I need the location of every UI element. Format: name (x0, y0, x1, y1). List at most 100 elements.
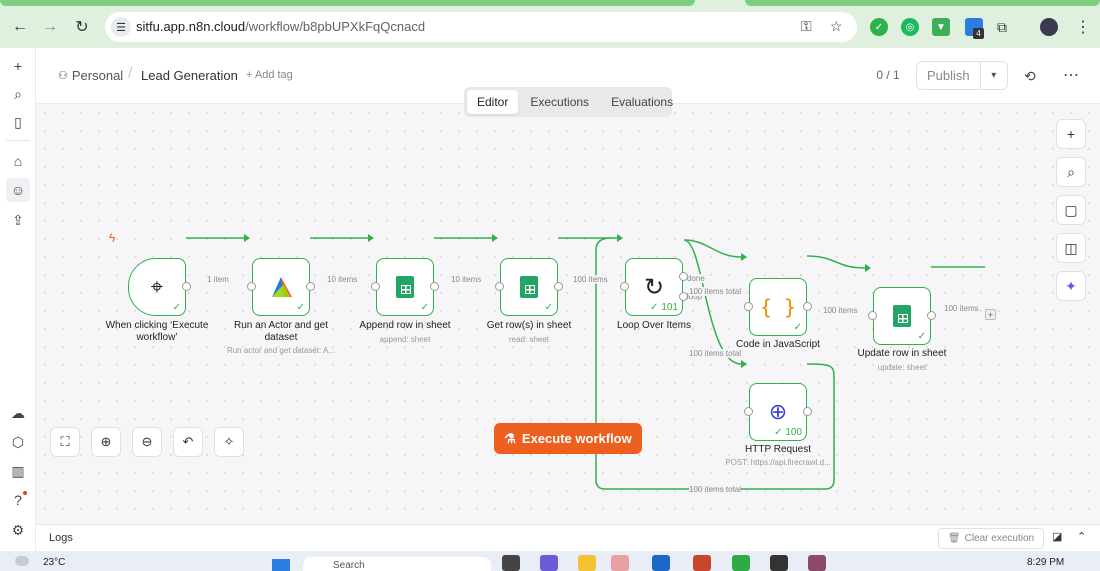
input-port[interactable] (371, 282, 380, 291)
success-check-icon: ✓ (420, 302, 429, 313)
fit-view-icon[interactable]: ⛶ (50, 427, 80, 457)
output-port-done[interactable] (679, 272, 688, 281)
node-subtitle: append: sheet (379, 335, 431, 344)
home-icon[interactable]: ⌂ (6, 149, 30, 173)
output-port[interactable] (306, 282, 315, 291)
input-port[interactable] (744, 407, 753, 416)
taskbar-search[interactable]: Search (303, 557, 491, 571)
cloud-icon[interactable]: ☁ (6, 401, 30, 425)
extension-badge: 4 (973, 28, 984, 39)
sidebar-toggle-icon[interactable]: ▯ (6, 110, 30, 134)
settings-icon[interactable]: ⚙ (6, 518, 30, 542)
execute-workflow-button[interactable]: ⚗ Execute workflow (494, 423, 642, 454)
sticky-note-icon[interactable]: ▢ (1056, 195, 1086, 225)
bookmark-star-icon[interactable]: ☆ (830, 18, 843, 35)
output-port[interactable] (182, 282, 191, 291)
shared-icon[interactable]: ⇪ (6, 208, 30, 232)
node-manual-trigger[interactable]: ⌖ ✓ (128, 258, 191, 316)
output-port-loop[interactable] (679, 292, 688, 301)
clock[interactable]: 8:29 PM (1027, 557, 1064, 568)
search-icon[interactable]: ⌕ (6, 82, 30, 106)
breadcrumb-project[interactable]: ⚇ Personal (58, 68, 123, 83)
panel-toggle-icon[interactable]: ◫ (1056, 233, 1086, 263)
edge-label: 100 items (944, 304, 979, 313)
add-tag-button[interactable]: + Add tag (246, 69, 293, 81)
browser-tab-active[interactable] (0, 0, 695, 6)
arrow-head (244, 234, 250, 242)
browser-tab[interactable] (745, 0, 1100, 6)
edge-browser-icon[interactable] (611, 555, 629, 571)
undo-icon[interactable]: ↶ (173, 427, 203, 457)
extension-icon[interactable]: ◎ (901, 18, 919, 36)
weather-temp[interactable]: 23°C (43, 557, 65, 568)
shield-extension-icon[interactable]: ▼ (932, 18, 950, 36)
flask-icon: ⚗ (504, 430, 516, 446)
history-icon[interactable]: ⟲ (1024, 68, 1036, 85)
browser-menu-icon[interactable]: ⋮ (1075, 17, 1091, 37)
output-port[interactable] (803, 407, 812, 416)
output-port[interactable] (927, 311, 936, 320)
store-icon[interactable] (652, 555, 670, 571)
chrome-profile-icon[interactable] (808, 555, 826, 571)
copilot-icon[interactable] (540, 555, 558, 571)
edge-code-update[interactable] (806, 255, 866, 269)
site-info-icon[interactable]: ☰ (111, 17, 131, 37)
node-http-request[interactable]: ⊕ ✓ 100 (744, 383, 812, 441)
workflow-canvas[interactable]: Editor Executions Evaluations 1 item 10 … (36, 87, 1100, 524)
output-port[interactable] (803, 302, 812, 311)
node-append-row[interactable]: ✓ (371, 258, 439, 316)
zoom-in-icon[interactable]: ⊕ (91, 427, 121, 457)
add-node-icon[interactable]: + (1056, 119, 1086, 149)
pop-out-icon[interactable]: ◪ (1052, 530, 1062, 543)
input-port[interactable] (868, 311, 877, 320)
input-port[interactable] (744, 302, 753, 311)
search-nodes-icon[interactable]: ⌕ (1056, 157, 1086, 187)
insights-icon[interactable]: ▥ (6, 459, 30, 483)
forward-icon[interactable]: → (38, 15, 62, 39)
url-text[interactable]: sitfu.app.n8n.cloud/workflow/b8pbUPXkFqQ… (136, 19, 425, 34)
publish-dropdown-icon[interactable]: ▾ (979, 62, 1007, 89)
chevron-up-icon[interactable]: ⌃ (1077, 530, 1086, 543)
ai-assistant-icon[interactable]: ✦ (1056, 271, 1086, 301)
node-update-row[interactable]: ✓ (868, 287, 936, 345)
add-icon[interactable]: + (6, 54, 30, 78)
node-code[interactable]: { } ✓ (744, 278, 812, 336)
output-port[interactable] (554, 282, 563, 291)
node-apify-actor[interactable]: ✓ (247, 258, 315, 316)
google-sheets-icon (520, 276, 538, 298)
workflow-name[interactable]: Lead Generation (141, 68, 238, 83)
output-port[interactable] (430, 282, 439, 291)
profile-avatar[interactable] (1040, 18, 1058, 36)
personal-icon[interactable]: ☺ (6, 178, 30, 202)
reload-icon[interactable]: ↻ (70, 15, 94, 39)
weather-icon[interactable] (15, 556, 29, 566)
templates-icon[interactable]: ⬡ (6, 430, 30, 454)
taskbar-app-icon[interactable] (502, 555, 520, 571)
file-explorer-icon[interactable] (578, 555, 596, 571)
extensions-puzzle-icon[interactable]: ⧉ (997, 19, 1007, 36)
help-notification-dot (23, 491, 27, 495)
node-title: Code in JavaScript (736, 339, 820, 350)
more-options-icon[interactable]: ⋯ (1063, 65, 1079, 85)
input-port[interactable] (247, 282, 256, 291)
input-port[interactable] (495, 282, 504, 291)
windows-start-icon[interactable] (272, 559, 290, 571)
edge-label: 10 items (451, 275, 482, 284)
address-bar[interactable]: ☰ sitfu.app.n8n.cloud/workflow/b8pbUPXkF… (105, 12, 857, 42)
back-icon[interactable]: ← (8, 15, 32, 39)
input-port[interactable] (620, 282, 629, 291)
clear-execution-button[interactable]: 🗑 Clear execution (938, 528, 1044, 549)
extension-icon[interactable]: ✓ (870, 18, 888, 36)
chrome-icon[interactable] (693, 555, 711, 571)
node-loop-over-items[interactable]: ↻ ✓ 101 (620, 258, 688, 316)
chrome-profile-icon[interactable] (732, 555, 750, 571)
chrome-profile-icon[interactable] (770, 555, 788, 571)
add-node-plus-icon[interactable]: + (985, 309, 996, 320)
logs-panel-bar[interactable]: Logs 🗑 Clear execution ◪ ⌃ (36, 524, 1100, 551)
password-key-icon[interactable]: ⚿ (801, 18, 812, 35)
tidy-up-icon[interactable]: ✧ (214, 427, 244, 457)
node-get-rows[interactable]: ✓ (495, 258, 563, 316)
zoom-out-icon[interactable]: ⊖ (132, 427, 162, 457)
execute-workflow-label: Execute workflow (521, 431, 632, 446)
publish-button[interactable]: Publish (917, 68, 980, 83)
